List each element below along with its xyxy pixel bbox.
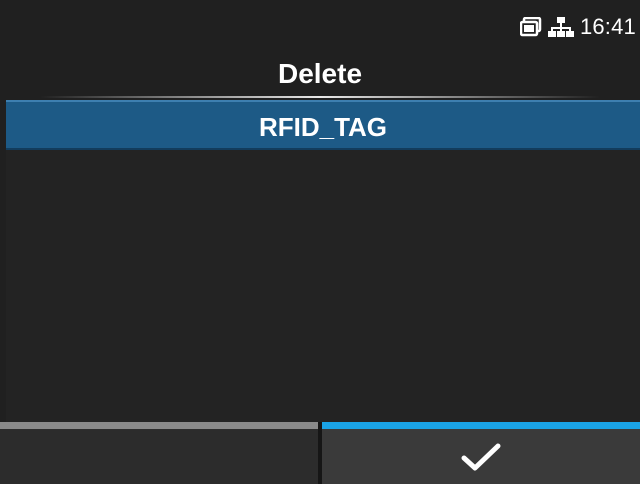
- status-bar: 16:41: [0, 0, 640, 48]
- card-icon: [519, 17, 542, 37]
- item-list: RFID_TAG: [6, 100, 640, 422]
- status-icons: 16:41: [519, 14, 636, 40]
- network-icon: [547, 16, 574, 38]
- list-item-label: RFID_TAG: [258, 112, 388, 142]
- list-item-rfid-tag[interactable]: RFID_TAG: [6, 100, 640, 150]
- clock: 16:41: [579, 14, 636, 39]
- printer-screen: 16:41 Delete RFID_TAG: [0, 0, 640, 484]
- page-title: Delete: [277, 58, 363, 89]
- check-icon: [461, 443, 501, 471]
- left-softkey-button[interactable]: [0, 422, 318, 484]
- confirm-button[interactable]: [322, 422, 640, 484]
- header: Delete: [0, 48, 640, 98]
- softkey-bar: [0, 422, 640, 484]
- header-divider: [40, 96, 600, 98]
